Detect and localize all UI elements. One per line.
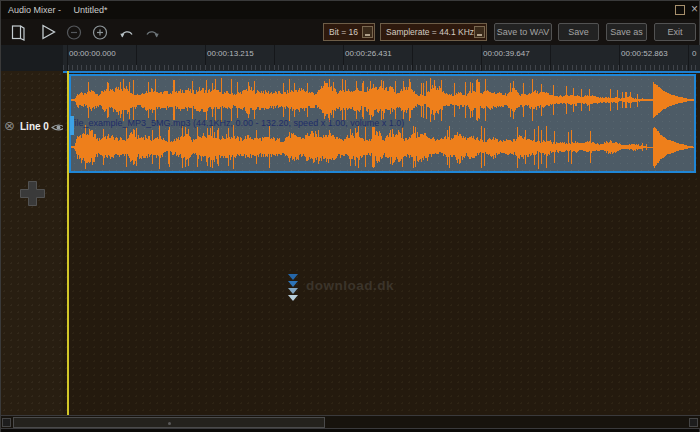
add-track-button[interactable] — [19, 180, 46, 207]
scrollbar-thumb[interactable] — [13, 417, 325, 428]
bit-dropdown-value: Bit = 16 — [329, 27, 358, 37]
samplerate-dropdown-arrow-icon[interactable] — [474, 26, 485, 38]
ruler-time-label: 00:00:52.863 — [621, 49, 668, 58]
track-name: Line 0 — [20, 121, 49, 132]
zoom-in-icon[interactable] — [92, 24, 108, 41]
clip-info-label: file_example_MP3_5MG.mp3 (44.1KHz, 0.00 … — [72, 118, 404, 128]
play-icon[interactable] — [41, 24, 57, 41]
new-project-icon[interactable] — [11, 24, 27, 41]
horizontal-scrollbar[interactable] — [1, 415, 700, 429]
undo-icon[interactable] — [119, 27, 135, 40]
save-button[interactable]: Save — [558, 23, 599, 41]
clip-start-handle[interactable] — [70, 116, 74, 135]
playhead[interactable] — [67, 71, 69, 415]
ruler-ticks — [63, 65, 700, 70]
watermark-arrow-icon — [288, 288, 298, 294]
ruler-time-label: 0 — [692, 49, 696, 58]
ruler-time-label: 00:00:13.215 — [207, 49, 254, 58]
watermark-arrow-icon — [288, 274, 298, 280]
bit-dropdown[interactable]: Bit = 16 — [323, 23, 375, 41]
save-as-button[interactable]: Save as — [606, 23, 647, 41]
samplerate-dropdown-value: Samplerate = 44.1 KHz — [386, 27, 474, 37]
main-area: ⊗ Line 0 file_example_MP3_5MG.mp3 (44.1K… — [1, 71, 700, 415]
audio-clip[interactable]: file_example_MP3_5MG.mp3 (44.1KHz, 0.00 … — [69, 74, 696, 173]
close-button[interactable]: × — [691, 2, 698, 16]
scrollbar-grip — [168, 422, 171, 425]
window-title: Audio Mixer - Untitled* — [8, 5, 108, 15]
bit-dropdown-arrow-icon[interactable] — [362, 26, 373, 38]
samplerate-dropdown[interactable]: Samplerate = 44.1 KHz — [380, 23, 487, 41]
timeline-ruler[interactable]: 00:00:00.000 00:00:13.215 00:00:26.431 00:0… — [1, 45, 700, 71]
watermark-arrow-icon — [288, 281, 298, 287]
save-to-wav-button[interactable]: Save to WAV — [494, 23, 552, 41]
ruler-time-label: 00:00:26.431 — [345, 49, 392, 58]
watermark-text: download.dk — [306, 278, 394, 293]
title-bar[interactable]: Audio Mixer - Untitled* × — [1, 1, 699, 19]
watermark-arrow-icon — [288, 295, 298, 301]
ruler-time-label: 00:00:00.000 — [69, 49, 116, 58]
exit-button[interactable]: Exit — [654, 23, 696, 41]
scrollbar-right-button[interactable] — [689, 418, 698, 427]
redo-icon[interactable] — [144, 27, 160, 40]
timeline-canvas[interactable]: file_example_MP3_5MG.mp3 (44.1KHz, 0.00 … — [63, 71, 700, 415]
zoom-out-icon[interactable] — [66, 24, 82, 41]
viewport-top-border — [63, 71, 700, 73]
maximize-button[interactable] — [675, 5, 685, 15]
audio-mixer-window: Audio Mixer - Untitled* × Bi — [0, 0, 700, 432]
track-header[interactable]: ⊗ Line 0 — [1, 74, 63, 173]
track-sidebar: ⊗ Line 0 — [1, 71, 63, 415]
remove-track-icon[interactable]: ⊗ — [4, 118, 15, 133]
toolbar: Bit = 16 Samplerate = 44.1 KHz Save to W… — [1, 19, 699, 45]
scrollbar-left-button[interactable] — [2, 418, 11, 427]
ruler-corner — [1, 45, 63, 71]
ruler-time-label: 00:00:39.647 — [483, 49, 530, 58]
